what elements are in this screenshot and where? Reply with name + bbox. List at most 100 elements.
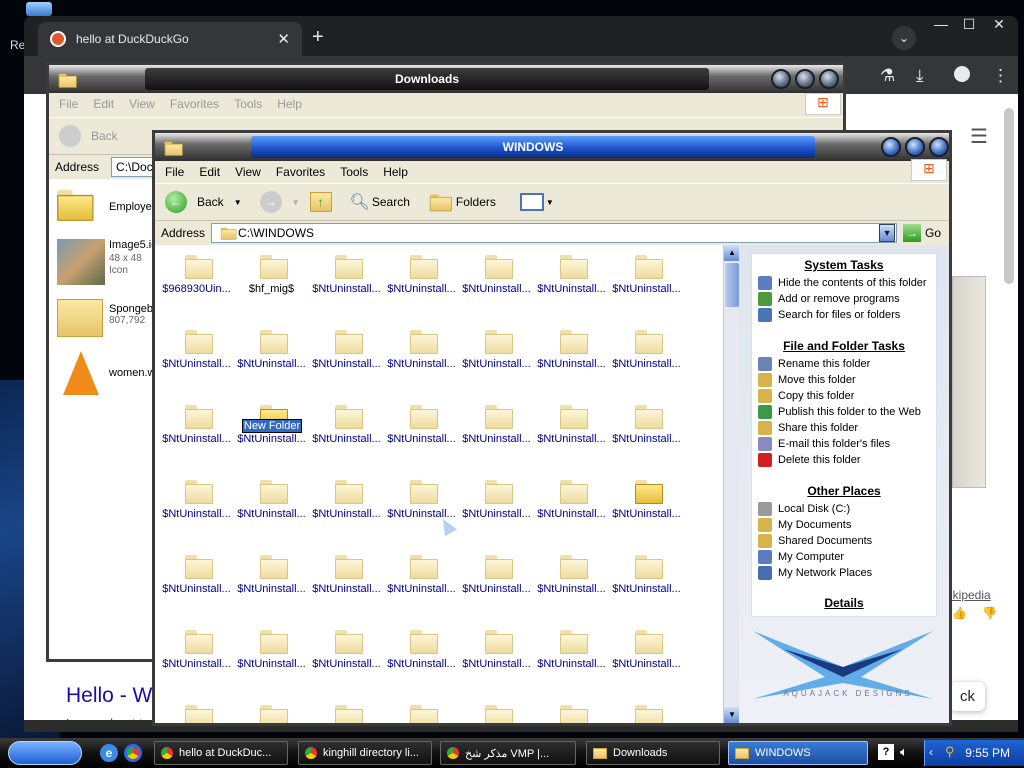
menu-tools[interactable]: Tools [234,97,262,111]
folder-item[interactable]: $NtUninstall... [234,549,309,624]
file-item[interactable]: Spongebo 807,792 [57,297,159,341]
scroll-thumb[interactable] [725,263,739,307]
taskbar-button[interactable]: kinghill directory li... [298,741,432,765]
folder-item[interactable]: $NtUninstall... [309,624,384,699]
folder-item[interactable]: $NtUninstall... [234,324,309,399]
close-button[interactable]: ✕ [982,16,1016,36]
folder-item[interactable]: $NtUninstall... [384,324,459,399]
minimize-button[interactable] [881,137,901,157]
back-button[interactable]: Back [91,129,118,143]
folder-item[interactable]: $NtUninstall... [159,474,234,549]
menu-file[interactable]: File [165,165,184,179]
folder-item[interactable]: $NtUninstall... [384,624,459,699]
folder-item[interactable]: $NtUninstall... [309,474,384,549]
file-item[interactable]: Employee [57,187,158,231]
maximize-button[interactable] [795,69,815,89]
task-link[interactable]: Local Disk (C:) [758,502,850,516]
back-icon[interactable]: ← [165,191,187,213]
back-dropdown-icon[interactable]: ▼ [234,198,242,207]
folder-item[interactable]: $NtUninstall... [159,399,234,474]
task-link[interactable]: E-mail this folder's files [758,437,890,451]
chrome-quicklaunch-icon[interactable] [124,744,142,762]
maximize-button[interactable] [905,137,925,157]
maximize-button[interactable]: ☐ [952,16,986,36]
task-link[interactable]: Rename this folder [758,357,870,371]
folder-item[interactable]: $NtUninstall... [309,324,384,399]
search-icon[interactable]: 🔍︎ [350,192,370,212]
menu-favorites[interactable]: Favorites [170,97,219,111]
thumbs-down-icon[interactable]: 👎 [982,606,997,620]
new-tab-button[interactable]: + [312,26,324,49]
thumbs-up-icon[interactable]: 👍 [952,606,967,620]
help-icon[interactable]: ? [878,744,894,760]
task-link[interactable]: Move this folder [758,373,856,387]
taskbar-button[interactable]: hello at DuckDuc... [154,741,288,765]
folder-item[interactable]: $NtUninstall... [459,474,534,549]
side-card-text[interactable]: ck [950,682,985,711]
downloads-titlebar[interactable]: Downloads [49,65,843,93]
folder-item[interactable]: $NtUninstall... [159,624,234,699]
folder-item[interactable]: $NtUninstall... [384,399,459,474]
task-link[interactable]: Share this folder [758,421,858,435]
folder-item[interactable]: $NtUninstall... [609,624,684,699]
folder-item[interactable]: $NtUninstall... [459,624,534,699]
close-tab-icon[interactable]: ✕ [277,30,290,48]
scrollbar[interactable] [1004,108,1014,284]
taskbar-button[interactable]: WINDOWS [728,741,868,765]
folders-icon[interactable] [429,194,452,212]
folder-item[interactable]: $NtUninstall... [534,699,609,723]
wikipedia-link[interactable]: ikipedia [950,588,991,602]
folder-item[interactable]: $NtUninstall... [534,324,609,399]
rename-field[interactable]: New Folder [242,419,302,433]
folder-item[interactable]: $NtUninstall... [459,699,534,723]
folder-item[interactable]: $NtUninstall... [609,699,684,723]
task-link[interactable]: Copy this folder [758,389,854,403]
folder-item[interactable]: $NtUninstall... [309,399,384,474]
page-heading[interactable]: Hello - W [66,684,152,708]
folder-item[interactable]: $NtUninstall... [534,474,609,549]
file-item[interactable]: women.w [57,351,155,401]
address-dropdown-icon[interactable]: ▼ [879,224,896,242]
windows-titlebar[interactable]: WINDOWS [155,133,949,161]
search-button[interactable]: Search [372,195,410,209]
folder-item[interactable]: $NtUninstall... [159,549,234,624]
folder-item[interactable]: $NtUninstall... [534,624,609,699]
task-section-title[interactable]: System Tasks [752,258,936,272]
tray-expand-icon[interactable]: ‹ [929,745,933,759]
folder-item[interactable]: $NtUninstall... [534,249,609,324]
close-button[interactable] [819,69,839,89]
go-icon[interactable]: → [903,224,922,242]
up-folder-icon[interactable]: ↑ [309,192,332,212]
task-link[interactable]: My Documents [758,518,851,532]
folder-item[interactable]: $NtUninstall... [159,324,234,399]
search-icon[interactable]: ⚲ [945,744,955,760]
menu-help[interactable]: Help [277,97,302,111]
views-icon[interactable] [519,193,544,211]
folder-item[interactable]: $NtUninstall... [609,399,684,474]
folder-item[interactable]: $NtUninstall... [384,699,459,723]
clock[interactable]: 9:55 PM [965,746,1010,760]
task-link[interactable]: My Computer [758,550,844,564]
folder-item[interactable]: $NtUninstall... [384,474,459,549]
folder-item[interactable]: $NtUninstall... [234,474,309,549]
hamburger-icon[interactable]: ☰ [970,124,988,149]
task-section-title[interactable]: Other Places [752,484,936,498]
vertical-scrollbar[interactable]: ▲ ▼ [723,245,740,723]
folder-item[interactable]: $NtUninstall... [609,324,684,399]
menu-tools[interactable]: Tools [340,165,368,179]
task-link[interactable]: Hide the contents of this folder [758,276,927,290]
task-link[interactable]: Search for files or folders [758,308,900,322]
folder-item[interactable]: $NtUninstall... [384,549,459,624]
folder-item[interactable]: $NtUninstall... [609,249,684,324]
profile-icon[interactable] [954,66,970,82]
ie-quicklaunch-icon[interactable]: e [100,744,118,762]
folder-item[interactable]: $NtUninstall... [534,399,609,474]
folder-item[interactable]: $NtUninstall... [309,699,384,723]
labs-icon[interactable]: ⚗ [880,66,895,86]
folder-item[interactable]: $NtUninstall... [384,249,459,324]
menu-favorites[interactable]: Favorites [276,165,325,179]
close-button[interactable] [929,137,949,157]
folder-item[interactable]: $NtUninstall... [534,549,609,624]
back-button[interactable]: Back [197,195,224,209]
forward-icon[interactable]: → [259,191,282,213]
